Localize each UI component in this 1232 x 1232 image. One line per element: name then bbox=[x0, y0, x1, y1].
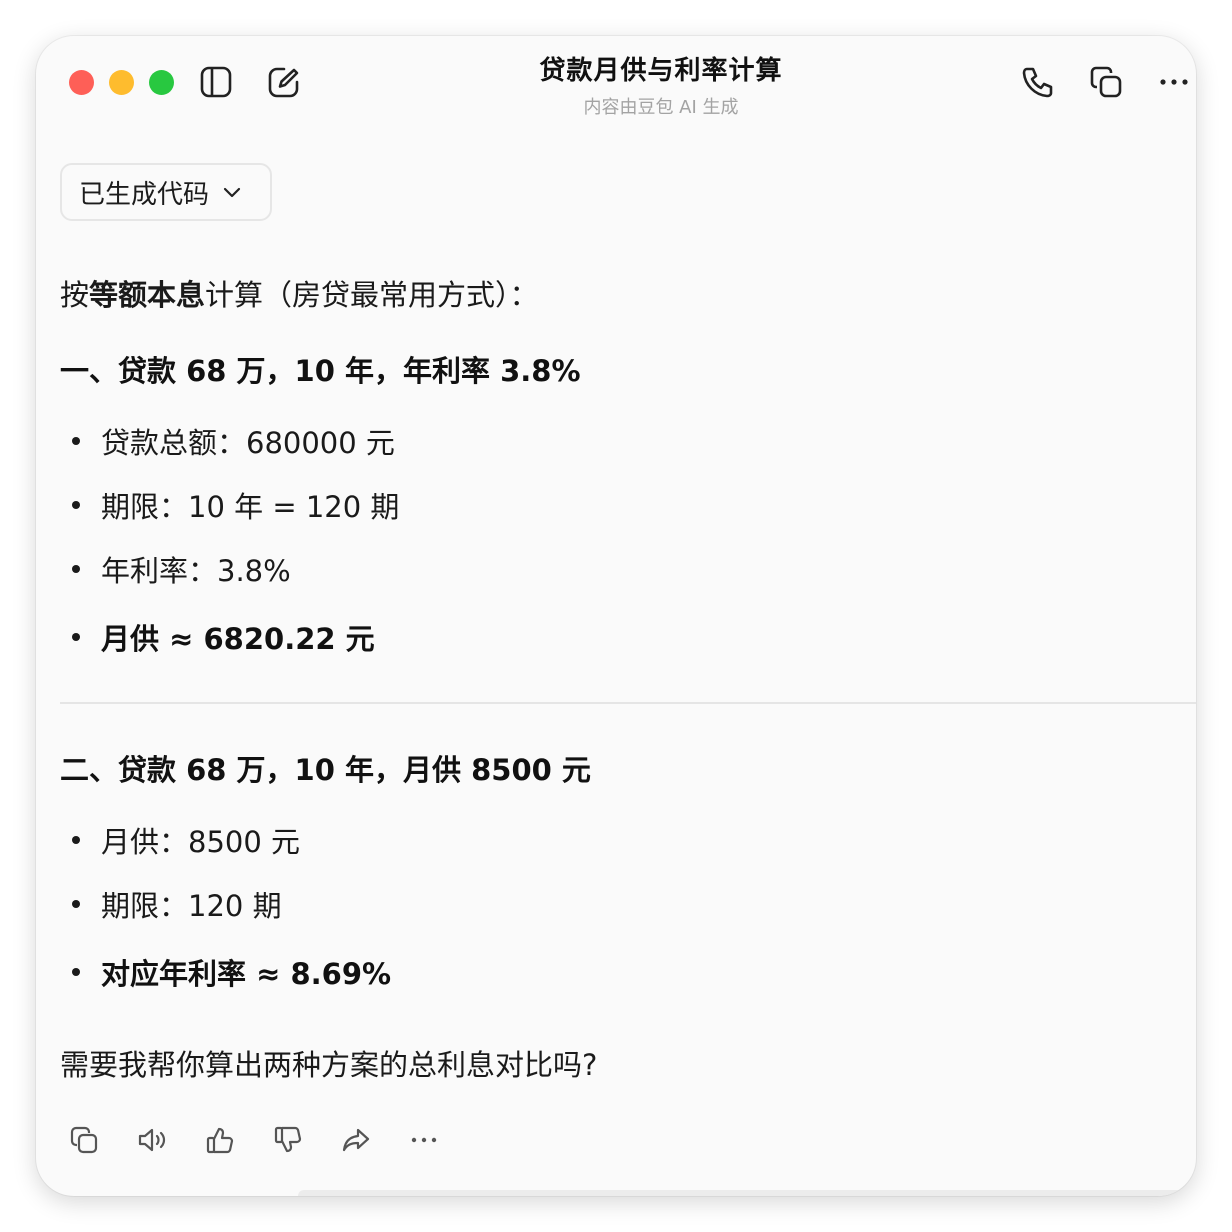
copy-button[interactable] bbox=[67, 1123, 101, 1157]
like-button[interactable] bbox=[203, 1123, 237, 1157]
copy-icon bbox=[70, 1126, 98, 1154]
open-window-button[interactable] bbox=[1088, 64, 1124, 100]
section1-heading: 一、贷款 68 万，10 年，年利率 3.8% bbox=[60, 354, 581, 388]
bullet-dot bbox=[72, 836, 80, 844]
section2-result: 对应年利率 ≈ 8.69% bbox=[72, 951, 391, 993]
bullet-dot bbox=[72, 900, 80, 908]
close-window-button[interactable] bbox=[69, 70, 94, 95]
list-item: 期限：10 年 = 120 期 bbox=[72, 484, 399, 526]
new-chat-button[interactable] bbox=[266, 64, 302, 100]
intro-text: 按等额本息计算（房贷最常用方式）： bbox=[60, 278, 539, 312]
section2-heading: 二、贷款 68 万，10 年，月供 8500 元 bbox=[60, 753, 591, 787]
zoom-window-button[interactable] bbox=[149, 70, 174, 95]
more-icon bbox=[1160, 79, 1188, 85]
section1-result: 月供 ≈ 6820.22 元 bbox=[72, 616, 375, 658]
list-item: 月供：8500 元 bbox=[72, 819, 300, 861]
window-subtitle: 内容由豆包 AI 生成 bbox=[583, 97, 739, 118]
bullet-dot bbox=[72, 437, 80, 445]
read-aloud-button[interactable] bbox=[135, 1123, 169, 1157]
list-item: 贷款总额：680000 元 bbox=[72, 420, 395, 462]
more-icon bbox=[411, 1137, 437, 1143]
thumbs-up-icon bbox=[206, 1127, 234, 1154]
chat-window: 贷款月供与利率计算 内容由豆包 AI 生成 已生成代码 按等额本息计算（房贷最常… bbox=[36, 36, 1196, 1196]
speaker-icon bbox=[138, 1128, 166, 1152]
bullet-dot bbox=[72, 565, 80, 573]
share-icon bbox=[342, 1128, 370, 1152]
input-area-edge bbox=[298, 1190, 1196, 1196]
intro-bold-term: 等额本息 bbox=[89, 278, 206, 312]
sidebar-toggle-icon bbox=[200, 66, 232, 98]
closing-question: 需要我帮你算出两种方案的总利息对比吗? bbox=[60, 1048, 598, 1082]
list-item: 年利率：3.8% bbox=[72, 548, 291, 590]
thumbs-down-icon bbox=[274, 1126, 302, 1153]
chevron-down-icon bbox=[223, 187, 241, 198]
section-divider bbox=[60, 702, 1196, 704]
bullet-dot bbox=[72, 501, 80, 509]
share-button[interactable] bbox=[339, 1123, 373, 1157]
dislike-button[interactable] bbox=[271, 1123, 305, 1157]
bullet-dot bbox=[72, 633, 80, 641]
minimize-window-button[interactable] bbox=[109, 70, 134, 95]
window-title: 贷款月供与利率计算 bbox=[539, 56, 783, 86]
call-button[interactable] bbox=[1020, 64, 1056, 100]
more-actions-button[interactable] bbox=[407, 1123, 441, 1157]
copy-window-icon bbox=[1090, 66, 1122, 98]
phone-icon bbox=[1022, 67, 1053, 98]
list-item: 期限：120 期 bbox=[72, 883, 282, 925]
generated-code-label: 已生成代码 bbox=[79, 179, 210, 210]
sidebar-toggle-button[interactable] bbox=[198, 64, 234, 100]
bullet-dot bbox=[72, 968, 80, 976]
more-menu-button[interactable] bbox=[1156, 66, 1192, 98]
generated-code-dropdown[interactable]: 已生成代码 bbox=[60, 163, 272, 221]
new-chat-icon bbox=[268, 67, 299, 98]
